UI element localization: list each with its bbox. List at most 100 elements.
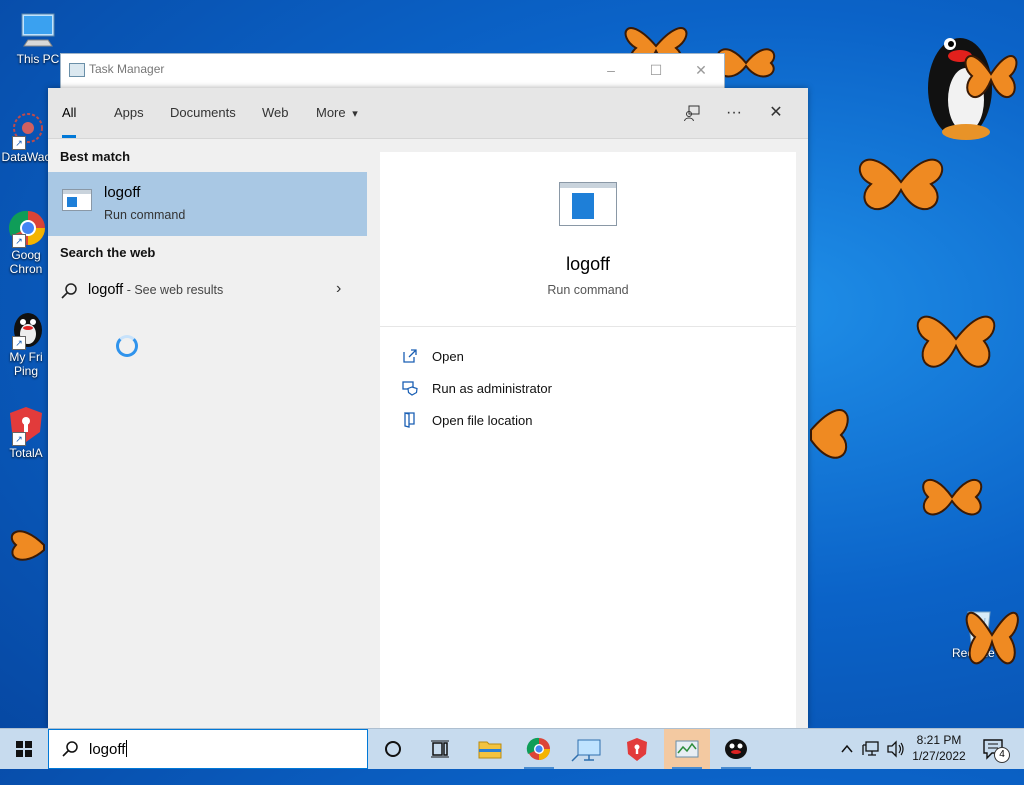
remote-desktop-icon bbox=[571, 739, 601, 762]
more-options-icon: ··· bbox=[726, 104, 742, 121]
results-pane: Best match logoff Run command Search the… bbox=[48, 139, 367, 728]
shortcut-arrow-icon: ↗ bbox=[12, 432, 26, 446]
text-caret bbox=[126, 740, 128, 757]
desktop-icon-label: Goog Chron bbox=[9, 248, 43, 276]
more-options-button[interactable]: ··· bbox=[719, 98, 749, 128]
chevron-up-icon bbox=[841, 744, 853, 753]
desktop-icon-label: DataWac bbox=[1, 150, 51, 164]
clock-time: 8:21 PM bbox=[916, 733, 962, 747]
shortcut-arrow-icon: ↗ bbox=[12, 336, 26, 350]
search-panel: All Apps Documents Web More ▾ ··· ✕ Best… bbox=[48, 88, 808, 728]
tab-label: Web bbox=[262, 105, 289, 120]
search-icon bbox=[61, 283, 77, 299]
action-label: Open bbox=[432, 349, 464, 364]
detail-header: logoff Run command bbox=[380, 152, 796, 327]
action-label: Open file location bbox=[432, 413, 533, 428]
taskbar-pingu[interactable] bbox=[713, 729, 759, 769]
taskbar-task-manager[interactable] bbox=[664, 729, 710, 769]
desktop-icon-label: TotalA bbox=[9, 446, 43, 460]
open-icon bbox=[403, 349, 417, 363]
run-command-icon bbox=[62, 189, 92, 211]
best-match-heading: Best match bbox=[60, 149, 131, 164]
maximize-button[interactable]: ☐ bbox=[641, 58, 671, 82]
detail-pane: logoff Run command Open Run as administr… bbox=[380, 152, 796, 728]
task-manager-window[interactable]: Task Manager – ☐ ✕ bbox=[60, 53, 725, 89]
web-result-suffix: - See web results bbox=[123, 283, 224, 297]
close-icon: ✕ bbox=[769, 104, 783, 121]
web-result-text: logoff - See web results bbox=[88, 282, 223, 298]
tab-apps[interactable]: Apps bbox=[114, 88, 144, 138]
close-button[interactable]: ✕ bbox=[686, 58, 716, 82]
task-view-icon bbox=[431, 740, 449, 758]
show-hidden-icons-button[interactable] bbox=[836, 729, 858, 769]
start-button[interactable] bbox=[0, 729, 48, 769]
taskbar-totalav[interactable] bbox=[614, 729, 660, 769]
taskbar-cortana[interactable] bbox=[370, 729, 416, 769]
pingu-icon bbox=[725, 739, 747, 759]
totalav-icon: ↗ bbox=[6, 404, 46, 446]
butterfly-wallpaper-icon bbox=[916, 315, 996, 368]
desktop-icon-my-friend-pingu[interactable]: ↗ My Fri Ping bbox=[0, 308, 52, 378]
desktop-icon-totalav[interactable]: ↗ TotalA bbox=[0, 404, 52, 460]
clock-date: 1/27/2022 bbox=[912, 749, 966, 763]
search-web-heading: Search the web bbox=[60, 245, 156, 260]
tab-more[interactable]: More ▾ bbox=[316, 88, 358, 138]
task-manager-icon bbox=[675, 740, 699, 758]
action-center-button[interactable]: 4 bbox=[982, 735, 1010, 763]
chevron-right-icon: › bbox=[336, 280, 342, 297]
file-location-icon bbox=[404, 412, 415, 428]
tab-label: Documents bbox=[170, 105, 236, 120]
cortana-icon bbox=[385, 741, 401, 757]
chrome-icon bbox=[526, 737, 550, 760]
taskbar-task-view[interactable] bbox=[416, 729, 462, 769]
desktop-icon-chrome[interactable]: ↗ Goog Chron bbox=[0, 206, 52, 276]
shortcut-arrow-icon: ↗ bbox=[12, 234, 26, 248]
window-title: Task Manager bbox=[89, 62, 165, 76]
action-label: Run as administrator bbox=[432, 381, 552, 396]
tab-label: All bbox=[62, 105, 77, 120]
search-icon bbox=[62, 741, 78, 757]
best-match-subtitle: Run command bbox=[104, 208, 186, 222]
run-command-large-icon bbox=[559, 182, 617, 226]
desktop-icon-label: My Fri Ping bbox=[9, 350, 43, 378]
taskbar-file-explorer[interactable] bbox=[467, 729, 513, 769]
shortcut-arrow-icon: ↗ bbox=[12, 136, 26, 150]
taskbar-chrome[interactable] bbox=[516, 729, 562, 769]
butterfly-wallpaper-icon bbox=[964, 55, 1018, 99]
taskbar-search-input[interactable]: logoff bbox=[48, 729, 368, 769]
butterfly-wallpaper-icon bbox=[965, 611, 1019, 665]
desktop-icon-label: This PC bbox=[16, 52, 60, 66]
feedback-icon bbox=[684, 105, 700, 122]
butterfly-wallpaper-icon bbox=[810, 409, 849, 459]
taskbar: logoff 8:21 PM 1/27/2022 4 bbox=[0, 728, 1024, 769]
butterfly-wallpaper-icon bbox=[858, 158, 944, 211]
search-input-text: logoff bbox=[89, 740, 128, 758]
tab-all[interactable]: All bbox=[62, 88, 77, 138]
tab-label: Apps bbox=[114, 105, 144, 120]
chevron-down-icon: ▾ bbox=[352, 108, 358, 120]
network-button[interactable] bbox=[860, 729, 882, 769]
taskbar-remote-desktop[interactable] bbox=[566, 729, 612, 769]
file-explorer-icon bbox=[478, 741, 502, 759]
windows-logo-icon bbox=[16, 741, 32, 757]
butterfly-wallpaper-icon bbox=[922, 478, 983, 516]
desktop-icon-datawac[interactable]: ↗ DataWac bbox=[0, 108, 52, 164]
tab-documents[interactable]: Documents bbox=[170, 88, 236, 138]
minimize-button[interactable]: – bbox=[596, 58, 626, 82]
close-search-button[interactable]: ✕ bbox=[761, 98, 791, 128]
tab-web[interactable]: Web bbox=[262, 88, 289, 138]
notification-count-badge: 4 bbox=[994, 747, 1010, 763]
shield-icon bbox=[402, 381, 418, 396]
best-match-result[interactable]: logoff Run command bbox=[48, 172, 367, 236]
feedback-button[interactable] bbox=[677, 98, 707, 128]
chrome-icon: ↗ bbox=[6, 206, 46, 248]
search-query: logoff bbox=[89, 741, 126, 758]
clock[interactable]: 8:21 PM 1/27/2022 bbox=[900, 732, 978, 764]
pingu-icon: ↗ bbox=[6, 308, 46, 350]
detail-title: logoff bbox=[566, 254, 610, 274]
loading-spinner-icon bbox=[116, 335, 138, 357]
detail-subtitle: Run command bbox=[547, 283, 629, 297]
tab-label: More bbox=[316, 105, 346, 120]
web-result-query: logoff bbox=[88, 282, 124, 298]
web-result[interactable]: logoff - See web results › bbox=[48, 274, 367, 308]
